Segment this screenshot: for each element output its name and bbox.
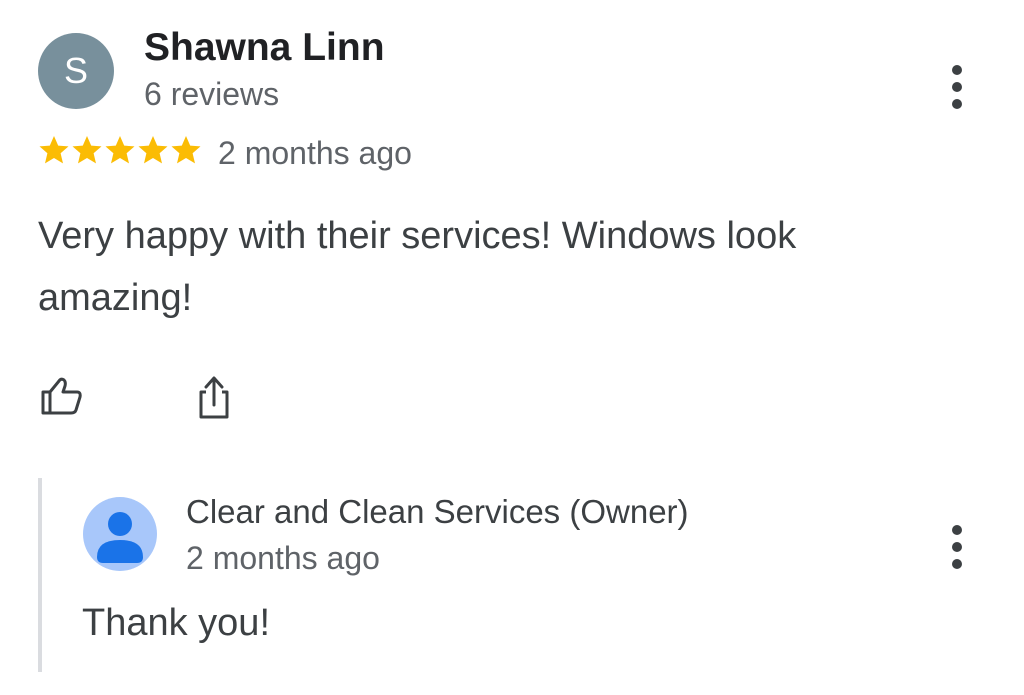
review-more-options-button[interactable] <box>942 63 972 111</box>
share-button[interactable] <box>190 373 238 421</box>
reply-more-options-button[interactable] <box>942 523 972 571</box>
like-button[interactable] <box>38 373 86 421</box>
review-card: S Shawna Linn 6 reviews 2 months ago Ver… <box>0 0 1024 695</box>
owner-name: Clear and Clean Services (Owner) <box>186 493 689 530</box>
owner-reply-divider <box>38 478 42 672</box>
owner-response-time: 2 months ago <box>186 540 380 576</box>
reviewer-name[interactable]: Shawna Linn <box>144 26 385 70</box>
share-icon <box>199 376 229 419</box>
owner-avatar <box>83 497 157 571</box>
reviewer-review-count[interactable]: 6 reviews <box>144 76 279 113</box>
reviewer-avatar[interactable]: S <box>38 33 114 109</box>
star-icon <box>105 136 135 164</box>
person-icon <box>97 512 143 563</box>
star-icon <box>72 136 102 164</box>
star-icon <box>39 136 69 164</box>
star-icon <box>171 136 201 164</box>
reviewer-avatar-letter: S <box>63 50 88 91</box>
star-icon <box>138 136 168 164</box>
star-rating <box>38 134 202 166</box>
review-text: Very happy with their services! Windows … <box>38 215 797 319</box>
thumb-up-icon <box>41 377 82 415</box>
owner-response-text: Thank you! <box>82 602 270 644</box>
review-time: 2 months ago <box>218 135 412 171</box>
